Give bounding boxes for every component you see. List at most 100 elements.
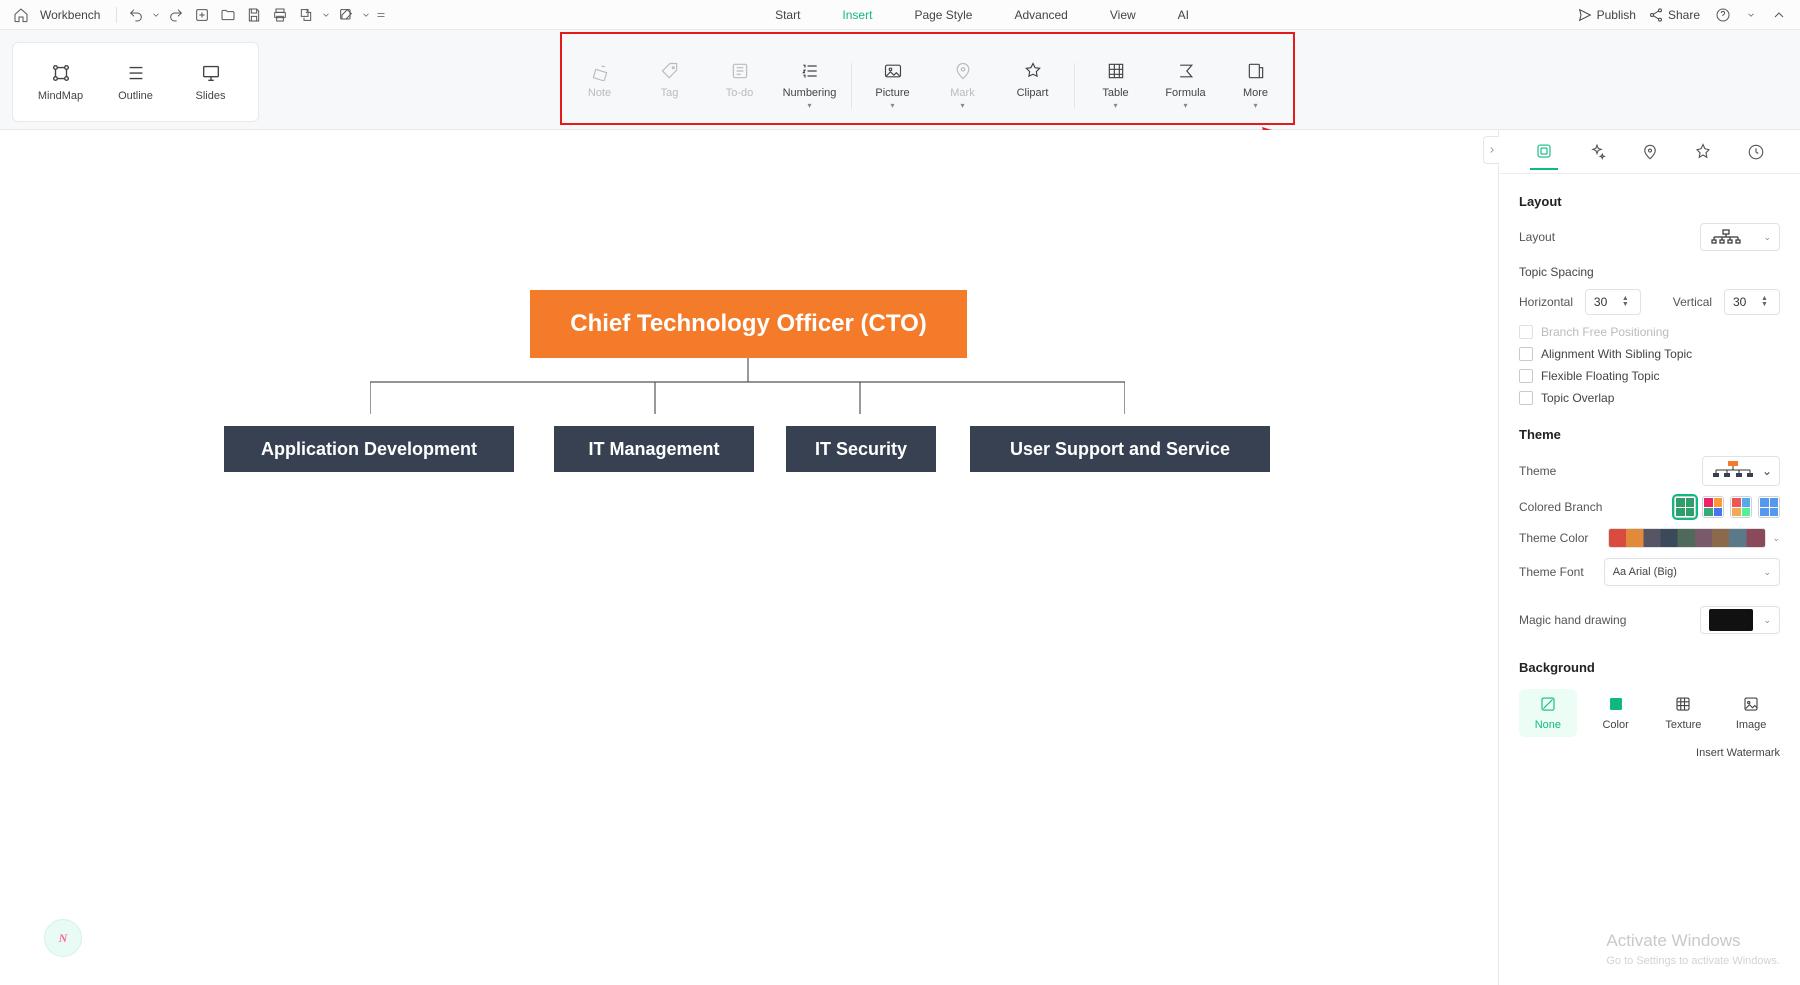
insert-watermark-link[interactable]: Insert Watermark (1696, 747, 1780, 759)
workbench-label[interactable]: Workbench (40, 8, 100, 22)
publish-button[interactable]: Publish (1577, 7, 1636, 23)
main-menu-tabs: Start Insert Page Style Advanced View AI (391, 6, 1572, 24)
view-mode-mindmap[interactable]: MindMap (23, 51, 98, 113)
check-flexible-floating[interactable]: Flexible Floating Topic (1519, 369, 1780, 383)
mindmap-child-node[interactable]: IT Security (786, 426, 936, 472)
bg-option-image[interactable]: Image (1722, 689, 1780, 737)
menu-ai[interactable]: AI (1178, 6, 1189, 24)
check-branch-free: Branch Free Positioning (1519, 325, 1780, 339)
colored-branch-swatch-1[interactable] (1674, 496, 1696, 518)
chevron-down-icon: ▾ (1183, 103, 1187, 109)
menu-insert[interactable]: Insert (842, 6, 872, 24)
view-mode-outline[interactable]: Outline (98, 51, 173, 113)
insert-table[interactable]: Table ▾ (1081, 49, 1151, 109)
magic-hand-select[interactable]: ⌄ (1700, 606, 1780, 634)
chevron-down-icon: ▾ (890, 103, 894, 109)
print-icon[interactable] (269, 4, 291, 26)
menu-advanced[interactable]: Advanced (1014, 6, 1067, 24)
properties-panel: Layout Layout ⌄ Topic Spacing Horizontal… (1498, 130, 1800, 985)
panel-tab-style[interactable] (1689, 134, 1717, 170)
panel-tabs (1499, 130, 1800, 174)
theme-font-label: Theme Font (1519, 565, 1584, 579)
edit-dropdown-caret[interactable] (361, 4, 371, 26)
chevron-down-icon: ▾ (1113, 103, 1117, 109)
theme-color-strip[interactable] (1608, 528, 1766, 548)
undo-dropdown-caret[interactable] (151, 4, 161, 26)
insert-note: Note (565, 49, 635, 99)
check-alignment-sibling[interactable]: Alignment With Sibling Topic (1519, 347, 1780, 361)
panel-tab-mark[interactable] (1636, 134, 1664, 170)
view-mode-slides-label: Slides (196, 90, 226, 102)
colored-branch-options (1674, 496, 1780, 518)
insert-numbering[interactable]: Numbering ▾ (775, 49, 845, 109)
vertical-spacing-input[interactable] (1733, 295, 1761, 309)
quick-access-overflow[interactable] (375, 4, 387, 26)
menu-view[interactable]: View (1110, 6, 1136, 24)
bg-option-color[interactable]: Color (1587, 689, 1645, 737)
theme-select[interactable]: ⌄ (1702, 456, 1780, 486)
top-menu-bar: Workbench (0, 0, 1800, 30)
insert-formula[interactable]: Formula ▾ (1151, 49, 1221, 109)
layout-select[interactable]: ⌄ (1700, 223, 1780, 251)
colored-branch-swatch-2[interactable] (1702, 496, 1724, 518)
insert-more[interactable]: More ▾ (1221, 49, 1291, 109)
topic-spacing-title: Topic Spacing (1519, 265, 1780, 279)
insert-clipart[interactable]: Clipart (998, 49, 1068, 99)
mindmap-child-node[interactable]: IT Management (554, 426, 754, 472)
colored-branch-swatch-4[interactable] (1758, 496, 1780, 518)
publish-label: Publish (1597, 8, 1636, 22)
panel-tab-layout[interactable] (1530, 134, 1558, 170)
theme-color-label: Theme Color (1519, 531, 1588, 545)
insert-ribbon-annotation-box: Note Tag To-do Numbering ▾ Picture ▾ Mar… (560, 32, 1295, 125)
share-label: Share (1668, 8, 1700, 22)
insert-mark: Mark ▾ (928, 49, 998, 109)
horizontal-spacing-label: Horizontal (1519, 295, 1573, 309)
edit-icon[interactable] (335, 4, 357, 26)
horizontal-spacing-stepper[interactable]: ▲▼ (1585, 289, 1641, 315)
save-icon[interactable] (243, 4, 265, 26)
export-dropdown-caret[interactable] (321, 4, 331, 26)
panel-tab-ai[interactable] (1583, 134, 1611, 170)
background-options: None Color Texture Image (1519, 689, 1780, 737)
open-folder-icon[interactable] (217, 4, 239, 26)
chevron-down-icon: ▾ (807, 103, 811, 109)
view-mode-slides[interactable]: Slides (173, 51, 248, 113)
chevron-down-icon[interactable]: ⌄ (1772, 533, 1780, 544)
redo-icon[interactable] (165, 4, 187, 26)
magic-hand-label: Magic hand drawing (1519, 613, 1626, 627)
mindmap-child-node[interactable]: Application Development (224, 426, 514, 472)
chevron-down-icon: ▾ (960, 103, 964, 109)
windows-activation-watermark: Activate Windows Go to Settings to activ… (1606, 931, 1780, 971)
check-topic-overlap[interactable]: Topic Overlap (1519, 391, 1780, 405)
vertical-spacing-stepper[interactable]: ▲▼ (1724, 289, 1780, 315)
home-icon[interactable] (10, 4, 32, 26)
mindmap-child-node[interactable]: User Support and Service (970, 426, 1270, 472)
help-icon[interactable] (1712, 4, 1734, 26)
mindmap-canvas[interactable]: Chief Technology Officer (CTO) Applicati… (0, 130, 1498, 985)
theme-label: Theme (1519, 464, 1556, 478)
undo-icon[interactable] (125, 4, 147, 26)
colored-branch-label: Colored Branch (1519, 500, 1602, 514)
new-file-icon[interactable] (191, 4, 213, 26)
assistant-bubble[interactable]: N (44, 919, 82, 957)
menu-page-style[interactable]: Page Style (914, 6, 972, 24)
insert-picture[interactable]: Picture ▾ (858, 49, 928, 109)
colored-branch-swatch-3[interactable] (1730, 496, 1752, 518)
theme-font-select[interactable]: Aa Arial (Big) ⌄ (1604, 558, 1780, 586)
layout-label: Layout (1519, 230, 1555, 244)
vertical-spacing-label: Vertical (1673, 295, 1712, 309)
section-title-background: Background (1519, 660, 1780, 675)
export-icon[interactable] (295, 4, 317, 26)
panel-collapse-button[interactable] (1483, 136, 1499, 164)
help-dropdown-caret[interactable] (1746, 4, 1756, 26)
horizontal-spacing-input[interactable] (1594, 295, 1622, 309)
view-mode-mindmap-label: MindMap (38, 90, 83, 102)
collapse-ribbon-icon[interactable] (1768, 4, 1790, 26)
share-button[interactable]: Share (1648, 7, 1700, 23)
bg-option-none[interactable]: None (1519, 689, 1577, 737)
mindmap-root-node[interactable]: Chief Technology Officer (CTO) (530, 290, 967, 358)
insert-todo: To-do (705, 49, 775, 99)
bg-option-texture[interactable]: Texture (1655, 689, 1713, 737)
panel-tab-history[interactable] (1742, 134, 1770, 170)
menu-start[interactable]: Start (775, 6, 800, 24)
